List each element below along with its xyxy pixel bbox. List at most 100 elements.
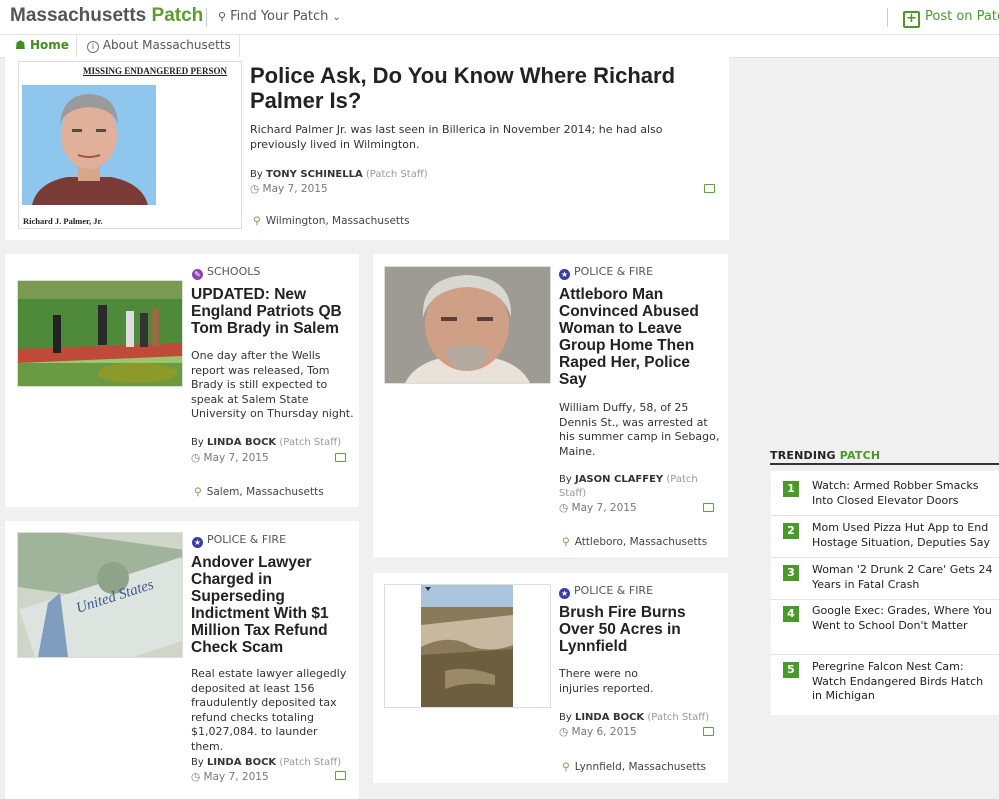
- featured-date: ◷ May 7, 2015: [250, 183, 328, 195]
- article-summary: There were no injuries reported.: [559, 667, 654, 695]
- comment-icon[interactable]: [704, 184, 715, 193]
- article-location[interactable]: ⚲ Lynnfield, Massachusetts: [562, 761, 706, 773]
- category-label[interactable]: ★ POLICE & FIRE: [559, 584, 653, 599]
- trending-item[interactable]: 2 Mom Used Pizza Hut App to End Hostage …: [771, 519, 999, 558]
- trending-headline[interactable]: Woman '2 Drunk 2 Care' Gets 24 Years in …: [812, 563, 994, 592]
- article-date: ◷ May 7, 2015: [559, 502, 637, 514]
- brush-fire-aerial-photo: [385, 585, 550, 707]
- category-text: POLICE & FIRE: [207, 533, 287, 546]
- article-location[interactable]: ⚲ Salem, Massachusetts: [194, 486, 324, 498]
- article-card[interactable]: ★ POLICE & FIRE Brush Fire Burns Over 50 …: [373, 573, 728, 783]
- post-on-patch-button[interactable]: + Post on Patch: [903, 9, 999, 28]
- by-label: By: [250, 169, 263, 180]
- category-label[interactable]: ✎ SCHOOLS: [192, 265, 260, 280]
- trending-item[interactable]: 4 Google Exec: Grades, Where You Went to…: [771, 602, 999, 655]
- tab-home[interactable]: ☗ Home: [15, 38, 69, 52]
- trending-list: 1 Watch: Armed Robber Smacks Into Closed…: [771, 471, 999, 715]
- trending-item[interactable]: 3 Woman '2 Drunk 2 Care' Gets 24 Years i…: [771, 561, 999, 600]
- trending-item[interactable]: 5 Peregrine Falcon Nest Cam: Watch Endan…: [771, 658, 999, 710]
- author-link[interactable]: TONY SCHINELLA: [266, 169, 363, 180]
- featured-article-card[interactable]: MISSING ENDANGERED PERSON Richard J. Pal…: [5, 57, 729, 240]
- article-card[interactable]: ★ POLICE & FIRE Attleboro Man Convinced A…: [373, 254, 728, 557]
- tab-about[interactable]: i About Massachusetts: [87, 38, 231, 53]
- date-text: May 7, 2015: [203, 452, 269, 464]
- date-text: May 7, 2015: [571, 502, 637, 514]
- article-card[interactable]: United States ★ POLICE & FIRE Andover Law…: [5, 521, 359, 799]
- find-patch-label: Find Your Patch: [230, 9, 329, 24]
- featured-location[interactable]: ⚲ Wilmington, Massachusetts: [253, 215, 410, 227]
- brand-patch: Patch: [151, 5, 204, 26]
- tab-about-label: About Massachusetts: [102, 38, 231, 52]
- article-headline[interactable]: UPDATED: New England Patriots QB Tom Bra…: [191, 286, 351, 337]
- mugshot-photo: [385, 267, 550, 383]
- home-icon: ☗: [15, 38, 26, 52]
- clock-icon: ◷: [559, 502, 569, 514]
- location-pin-icon: ⚲: [562, 761, 570, 773]
- location-text: Salem, Massachusetts: [206, 486, 324, 498]
- featured-headline[interactable]: Police Ask, Do You Know Where Richard Pa…: [250, 63, 720, 113]
- football-field-photo: [18, 281, 182, 386]
- category-text: POLICE & FIRE: [574, 584, 654, 597]
- author-link[interactable]: JASON CLAFFEY: [575, 474, 663, 485]
- trending-rank: 3: [783, 565, 799, 581]
- staff-label: (Patch Staff): [647, 712, 710, 723]
- poster-header: MISSING ENDANGERED PERSON: [83, 66, 228, 76]
- article-thumbnail[interactable]: United States: [17, 532, 183, 658]
- article-byline: By LINDA BOCK (Patch Staff): [191, 757, 342, 768]
- article-headline[interactable]: Attleboro Man Convinced Abused Woman to …: [559, 286, 714, 388]
- post-label: Post on Patch: [925, 9, 999, 24]
- article-headline[interactable]: Brush Fire Burns Over 50 Acres in Lynnfi…: [559, 604, 709, 655]
- article-headline[interactable]: Andover Lawyer Charged in Superseding In…: [191, 554, 351, 656]
- nav-tabs: ☗ Home i About Massachusetts: [0, 35, 999, 58]
- location-pin-icon: ⚲: [194, 486, 202, 498]
- category-text: POLICE & FIRE: [574, 265, 654, 278]
- clock-icon: ◷: [559, 726, 569, 738]
- featured-summary: Richard Palmer Jr. was last seen in Bill…: [250, 123, 663, 151]
- trending-rank: 2: [783, 523, 799, 539]
- category-label[interactable]: ★ POLICE & FIRE: [192, 533, 286, 548]
- clock-icon: ◷: [191, 771, 201, 783]
- trending-heading: TRENDING PATCH: [770, 449, 880, 462]
- comment-icon[interactable]: [335, 453, 346, 462]
- comment-icon[interactable]: [703, 503, 714, 512]
- trending-headline[interactable]: Google Exec: Grades, Where You Went to S…: [812, 604, 994, 633]
- article-summary: Real estate lawyer allegedly deposited a…: [191, 667, 347, 753]
- police-badge-icon: ★: [559, 269, 570, 280]
- article-thumbnail[interactable]: [17, 280, 183, 387]
- divider: [770, 463, 999, 465]
- plus-icon: +: [903, 11, 920, 28]
- author-link[interactable]: LINDA BOCK: [207, 757, 276, 768]
- staff-label: (Patch Staff): [279, 437, 342, 448]
- trending-rank: 4: [783, 606, 799, 622]
- article-location[interactable]: ⚲ Attleboro, Massachusetts: [562, 536, 707, 548]
- find-patch-dropdown[interactable]: ⚲ Find Your Patch ⌄: [218, 9, 341, 24]
- site-logo[interactable]: Massachusetts Patch: [10, 5, 203, 27]
- trending-headline[interactable]: Peregrine Falcon Nest Cam: Watch Endange…: [812, 660, 994, 704]
- article-card[interactable]: ✎ SCHOOLS UPDATED: New England Patriots Q…: [5, 254, 359, 507]
- comment-icon[interactable]: [335, 771, 346, 780]
- article-thumbnail[interactable]: [384, 584, 551, 708]
- trending-item[interactable]: 1 Watch: Armed Robber Smacks Into Closed…: [771, 477, 999, 516]
- trending-headline[interactable]: Mom Used Pizza Hut App to End Hostage Si…: [812, 521, 994, 550]
- category-label[interactable]: ★ POLICE & FIRE: [559, 265, 653, 280]
- comment-icon[interactable]: [703, 727, 714, 736]
- divider: [239, 35, 240, 57]
- article-thumbnail[interactable]: [384, 266, 551, 384]
- date-text: May 6, 2015: [571, 726, 637, 738]
- location-pin-icon: ⚲: [253, 215, 261, 227]
- author-link[interactable]: LINDA BOCK: [575, 712, 644, 723]
- location-text: Wilmington, Massachusetts: [265, 215, 410, 227]
- article-byline: By JASON CLAFFEY (Patch Staff): [559, 474, 698, 499]
- location-text: Attleboro, Massachusetts: [574, 536, 708, 548]
- trending-headline[interactable]: Watch: Armed Robber Smacks Into Closed E…: [812, 479, 994, 508]
- featured-byline: By TONY SCHINELLA (Patch Staff): [250, 169, 428, 180]
- divider: [76, 35, 77, 57]
- article-date: ◷ May 7, 2015: [191, 771, 269, 783]
- trending-rank: 5: [783, 662, 799, 678]
- article-date: ◷ May 6, 2015: [559, 726, 637, 738]
- date-text: May 7, 2015: [262, 183, 328, 195]
- missing-person-poster: MISSING ENDANGERED PERSON Richard J. Pal…: [18, 61, 242, 229]
- author-link[interactable]: LINDA BOCK: [207, 437, 276, 448]
- trending-rank: 1: [783, 481, 799, 497]
- schools-icon: ✎: [192, 269, 203, 280]
